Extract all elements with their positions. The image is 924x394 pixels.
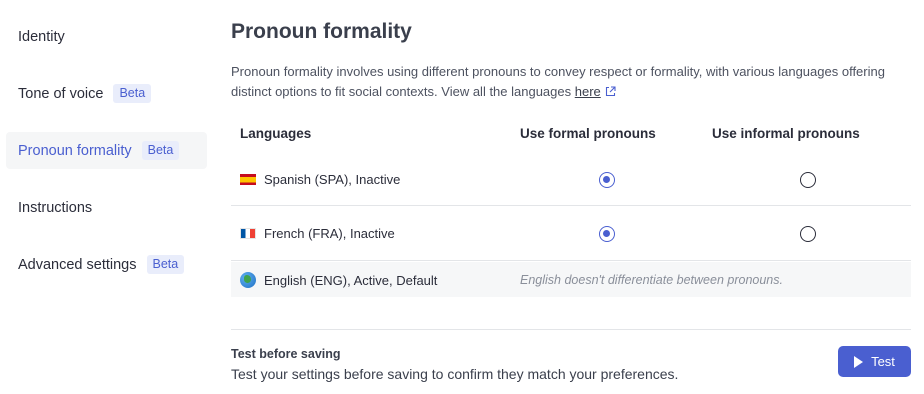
page-title: Pronoun formality: [231, 20, 412, 43]
formal-pronouns-radio[interactable]: [599, 172, 615, 188]
language-label: Spanish (SPA), Inactive: [264, 172, 401, 187]
table-row-spanish: Spanish (SPA), Inactive: [231, 153, 911, 206]
globe-icon: [240, 272, 256, 288]
column-header-languages: Languages: [240, 126, 312, 141]
sidebar-item-pronoun-formality[interactable]: Pronoun formality Beta: [6, 132, 207, 169]
test-section-title: Test before saving: [231, 347, 341, 361]
language-cell: English (ENG), Active, Default: [240, 272, 437, 288]
column-header-informal: Use informal pronouns: [712, 126, 860, 141]
test-section-description: Test your settings before saving to conf…: [231, 366, 679, 382]
table-row-english: English (ENG), Active, Default English d…: [231, 262, 911, 297]
language-label: French (FRA), Inactive: [264, 226, 395, 241]
sidebar-item-label: Identity: [18, 28, 65, 45]
language-cell: Spanish (SPA), Inactive: [240, 172, 400, 187]
test-button[interactable]: Test: [838, 346, 911, 377]
sidebar-item-label: Pronoun formality: [18, 142, 132, 159]
sidebar-item-identity[interactable]: Identity: [6, 18, 207, 55]
beta-badge: Beta: [113, 84, 152, 103]
page-description: Pronoun formality involves using differe…: [231, 62, 911, 103]
informal-pronouns-radio[interactable]: [800, 226, 816, 242]
formal-pronouns-radio[interactable]: [599, 226, 615, 242]
external-link-icon: [605, 83, 616, 103]
informal-pronouns-radio[interactable]: [800, 172, 816, 188]
sidebar-item-label: Tone of voice: [18, 85, 104, 102]
sidebar-item-advanced-settings[interactable]: Advanced settings Beta: [6, 246, 207, 283]
beta-badge: Beta: [146, 255, 185, 274]
beta-badge: Beta: [141, 141, 180, 160]
sidebar-item-label: Instructions: [18, 199, 93, 216]
test-button-label: Test: [871, 354, 895, 369]
no-difference-note: English doesn't differentiate between pr…: [520, 273, 783, 287]
description-text: Pronoun formality involves using differe…: [231, 64, 885, 99]
sidebar-item-tone-of-voice[interactable]: Tone of voice Beta: [6, 75, 207, 112]
column-header-formal: Use formal pronouns: [520, 126, 656, 141]
section-divider: [231, 329, 911, 330]
play-icon: [854, 355, 864, 368]
france-flag-icon: [240, 228, 256, 239]
language-label: English (ENG), Active, Default: [264, 272, 438, 288]
spain-flag-icon: [240, 174, 256, 185]
sidebar-item-instructions[interactable]: Instructions: [6, 189, 207, 226]
table-row-french: French (FRA), Inactive: [231, 207, 911, 261]
settings-sidebar: Identity Tone of voice Beta Pronoun form…: [0, 0, 210, 394]
languages-link[interactable]: here: [575, 84, 601, 99]
sidebar-item-label: Advanced settings: [18, 256, 137, 273]
language-cell: French (FRA), Inactive: [240, 226, 395, 241]
